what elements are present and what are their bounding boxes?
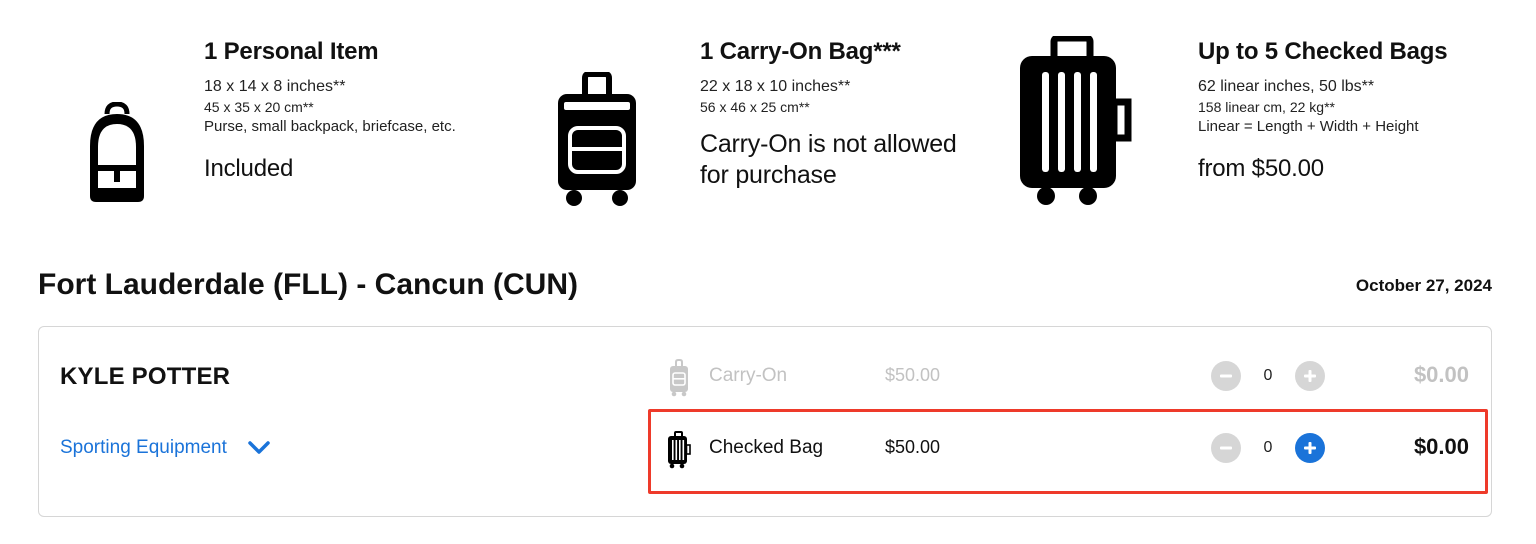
passenger-name: KYLE POTTER — [60, 363, 231, 390]
backpack-icon — [90, 102, 144, 202]
checked-bag-dim-cm: 158 linear cm, 22 kg** — [1198, 99, 1335, 115]
checked-bag-note: Linear = Length + Width + Height — [1198, 118, 1419, 135]
route-date: October 27, 2024 — [1355, 276, 1492, 295]
carry-on-dim-cm: 56 x 46 x 25 cm** — [700, 99, 810, 115]
checked-bag-decrement-button[interactable] — [1211, 433, 1241, 463]
sporting-equipment-label: Sporting Equipment — [60, 437, 227, 458]
carry-on-warning-line2: for purchase — [700, 161, 837, 189]
carry-on-warning-line1: Carry-On is not allowed — [700, 130, 957, 158]
checked-bag-total: $0.00 — [1413, 434, 1469, 459]
minus-icon — [1220, 374, 1232, 378]
checked-bag-title: Up to 5 Checked Bags — [1198, 38, 1448, 65]
personal-item-note: Purse, small backpack, briefcase, etc. — [204, 118, 456, 135]
carry-on-decrement-button — [1211, 361, 1241, 391]
carry-on-count: 0 — [1263, 367, 1273, 384]
passenger-bag-card: KYLE POTTER Sporting Equipment Carry-On … — [38, 326, 1492, 517]
chevron-down-icon — [248, 441, 270, 454]
carry-on-label: Carry-On — [709, 365, 788, 386]
personal-item-dim-inches: 18 x 14 x 8 inches** — [204, 78, 346, 95]
carry-on-dim-inches: 22 x 18 x 10 inches** — [700, 78, 851, 95]
carry-on-increment-button — [1295, 361, 1325, 391]
carry-on-title: 1 Carry-On Bag*** — [700, 38, 901, 65]
minus-icon — [1220, 446, 1232, 450]
personal-item-price: Included — [204, 155, 294, 182]
checked-bag-label: Checked Bag — [709, 437, 824, 458]
checked-bag-row: Checked Bag $50.00 0 $0.00 — [651, 417, 1479, 481]
checked-bag-price: from $50.00 — [1198, 155, 1324, 182]
carry-on-warning: Carry-On is not allowed for purchase — [700, 129, 1000, 191]
carry-on-suitcase-icon — [558, 72, 636, 206]
checked-bag-count: 0 — [1263, 439, 1273, 456]
checked-suitcase-icon — [1020, 36, 1132, 205]
personal-item-dim-cm: 45 x 35 x 20 cm** — [204, 99, 314, 115]
carry-on-row: Carry-On $50.00 0 $0.00 — [651, 345, 1479, 409]
carry-on-icon — [670, 359, 688, 397]
checked-bag-dim-inches: 62 linear inches, 50 lbs** — [1198, 78, 1375, 95]
carry-on-price: $50.00 — [885, 365, 941, 385]
checked-bag-stepper: 0 — [1211, 433, 1325, 463]
carry-on-total: $0.00 — [1413, 362, 1469, 387]
checked-bag-icon — [668, 431, 691, 469]
sporting-equipment-toggle[interactable]: Sporting Equipment — [60, 437, 271, 459]
plus-icon — [1304, 442, 1316, 454]
personal-item-title: 1 Personal Item — [204, 38, 379, 65]
checked-bag-price-each: $50.00 — [885, 437, 941, 457]
plus-icon — [1304, 370, 1316, 382]
route-title: Fort Lauderdale (FLL) - Cancun (CUN) — [38, 268, 578, 301]
carry-on-stepper: 0 — [1211, 361, 1325, 391]
checked-bag-increment-button[interactable] — [1295, 433, 1325, 463]
